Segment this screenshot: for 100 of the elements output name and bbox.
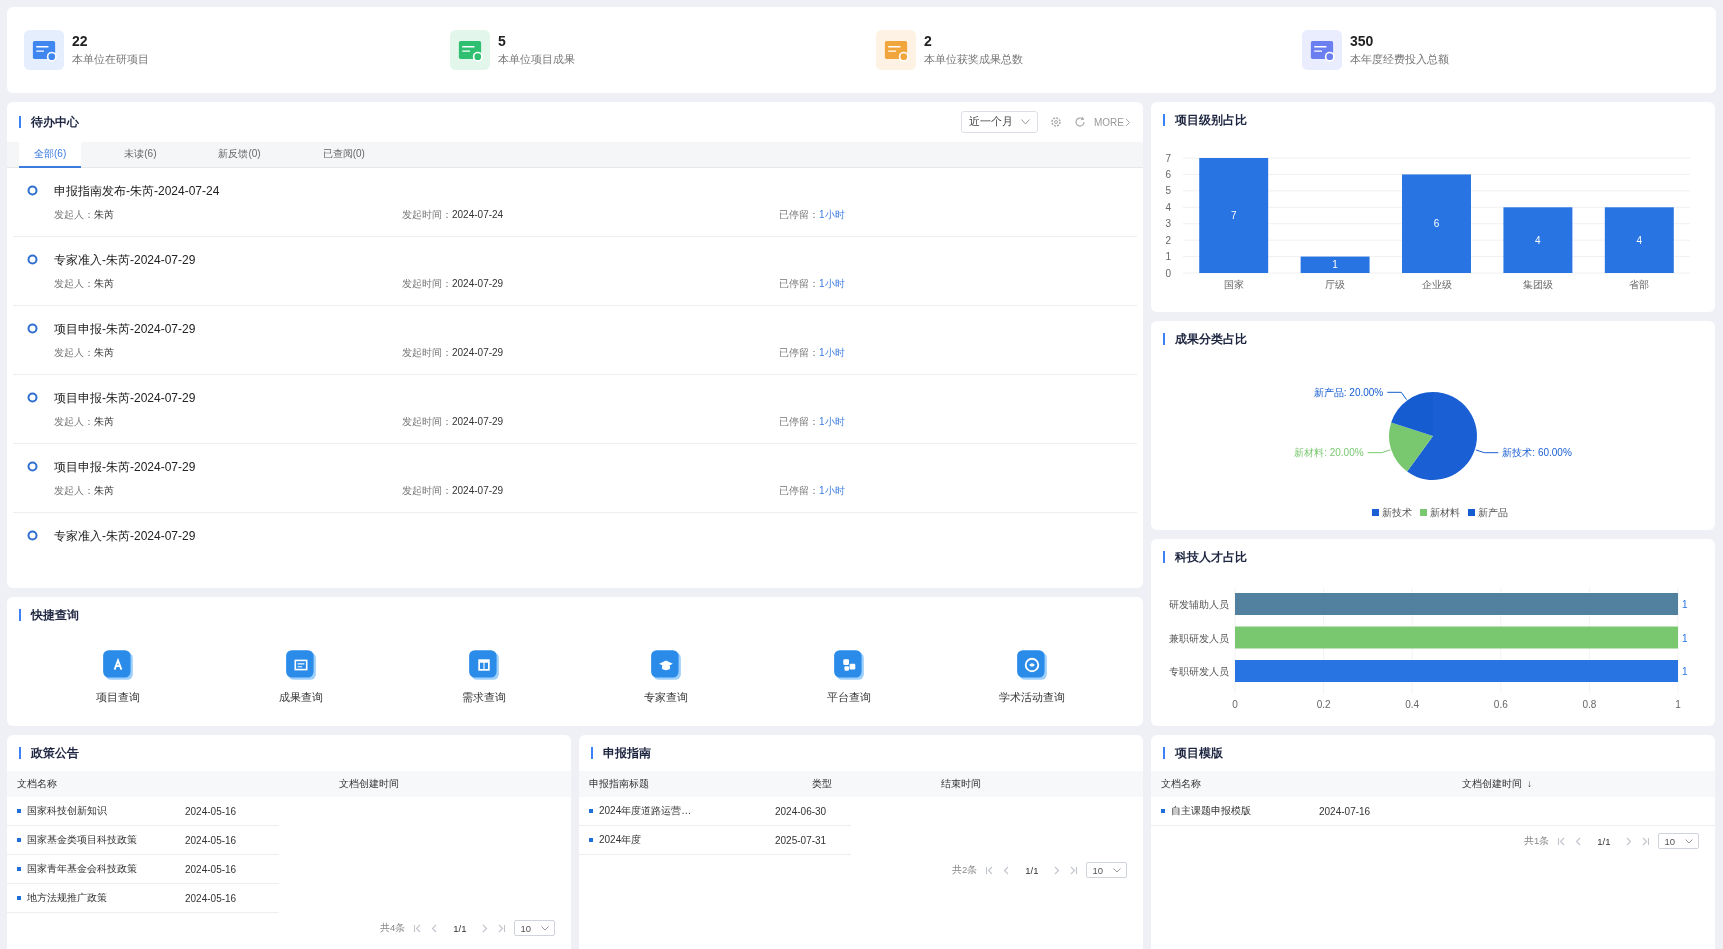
document-icon [102,649,135,681]
table-cell-text: 2024-07-16 [1319,805,1372,817]
last-page-icon[interactable] [1069,865,1079,875]
leader-line [1386,391,1408,401]
category-label: 研发辅助人员 [1169,599,1229,610]
bullet-icon [17,896,21,900]
page-size-select[interactable]: 10 [514,920,555,936]
tab[interactable]: 新反馈(0) [203,142,276,168]
field-value: 2024-07-29 [452,347,504,358]
page-indicator: 1/1 [1025,864,1039,876]
task-title[interactable]: 项目申报-朱芮-2024-07-29 [54,321,845,338]
next-page-icon[interactable] [480,923,490,933]
category-label: 集团级 [1522,279,1553,290]
field-label: 发起人： [54,209,94,220]
category-label: 企业级 [1421,279,1452,290]
next-page-icon[interactable] [1624,836,1634,846]
bar-value: 1 [1332,259,1338,271]
legend-swatch [1420,509,1427,516]
task-title[interactable]: 项目申报-朱芮-2024-07-29 [54,459,845,476]
category-label: 专职研发人员 [1169,666,1229,677]
settings-icon[interactable] [1050,116,1062,128]
task-title[interactable]: 专家准入-朱芮-2024-07-29 [54,528,196,545]
section-title: 成果分类占比 [1163,333,1247,345]
table-cell: 2024年度 [599,833,642,847]
field-value: 2024-07-29 [452,416,504,427]
field-label: 发起人： [54,278,94,289]
bar-value: 4 [1636,234,1643,246]
tab[interactable]: 已查阅(0) [307,142,380,168]
field-label: 已停留： [779,485,819,496]
slice-label: 新技术: 60.00% [1502,447,1572,459]
field-value: 1小时 [819,347,845,358]
table-cell: 2024年度道路运营… [599,804,692,818]
tick-label: 3 [1165,218,1171,230]
last-page-icon[interactable] [1641,836,1651,846]
tab[interactable]: 全部(6) [19,142,82,168]
quick-link[interactable]: 项目查询 [63,649,174,705]
task-title[interactable]: 项目申报-朱芮-2024-07-29 [54,390,845,407]
tick-label: 4 [1165,201,1171,213]
page-size-select[interactable]: 10 [1086,862,1127,878]
stat-label: 本单位获奖成果总数 [924,52,1023,67]
tick-label: 0.8 [1582,698,1597,710]
task-title[interactable]: 专家准入-朱芮-2024-07-29 [54,252,845,269]
field-value: 1小时 [819,485,845,496]
quick-link[interactable]: 需求查询 [428,649,539,705]
leader-line [1367,449,1391,454]
field-label: 发起人： [54,485,94,496]
field-value: 1小时 [819,278,845,289]
bullet-icon [17,809,21,813]
tick-label: 5 [1165,185,1171,197]
field-label: 已停留： [779,209,819,220]
field-value: 2024-07-24 [452,209,504,220]
refresh-icon[interactable] [1074,116,1086,128]
column-header: 结束时间 [941,777,982,791]
column-header: 申报指南标题 [589,777,650,791]
section-title: 政策公告 [19,747,79,759]
quick-link[interactable]: 专家查询 [611,649,722,705]
bullet-icon [589,809,593,813]
field-value: 朱芮 [94,347,114,358]
first-page-icon[interactable] [1557,836,1567,846]
status-ring-icon [27,530,38,541]
tick-label: 7 [1165,152,1171,164]
field-value: 2024-07-29 [452,485,504,496]
page-size-select[interactable]: 10 [1658,833,1699,849]
last-page-icon[interactable] [497,923,507,933]
field-label: 发起人： [54,347,94,358]
bar-value: 6 [1433,218,1440,230]
card-icon [285,649,317,681]
next-page-icon[interactable] [1052,865,1062,875]
bullet-icon [589,838,593,842]
field-label: 发起时间： [402,416,452,427]
page-indicator: 1/1 [1597,835,1611,847]
period-select[interactable]: 近一个月 [961,111,1038,133]
quick-link[interactable]: 平台查询 [793,649,904,705]
stat-value: 2 [924,33,933,49]
section-title: 待办中心 [19,116,79,128]
section-title: 项目级别占比 [1163,114,1247,126]
task-title[interactable]: 申报指南发布-朱芮-2024-07-24 [54,183,845,200]
quick-link[interactable]: 成果查询 [246,649,356,705]
table-cell: 国家青年基金会科技政策 [27,862,137,876]
blocks-icon [832,649,865,681]
quick-link[interactable]: 学术活动查询 [976,649,1087,705]
tick-label: 1 [1165,251,1171,263]
table-cell-text: 2024-05-16 [185,805,238,817]
field-value: 朱芮 [94,485,114,496]
section-title: 科技人才占比 [1163,551,1247,563]
field-label: 发起时间： [402,485,452,496]
first-page-icon[interactable] [985,865,995,875]
bar [1503,207,1573,273]
tab[interactable]: 未读(6) [109,142,172,168]
first-page-icon[interactable] [413,923,423,933]
category-label: 厅级 [1325,279,1346,290]
field-value: 朱芮 [94,416,114,427]
field-label: 已停留： [779,347,819,358]
document-icon [1302,30,1342,70]
section-title: 申报指南 [591,747,651,759]
table-cell: 国家基金类项目科技政策 [27,833,137,847]
chevron-icon [1125,117,1131,127]
caret-icon [1113,867,1121,873]
caret-icon [1685,838,1693,844]
document-icon [450,30,490,70]
